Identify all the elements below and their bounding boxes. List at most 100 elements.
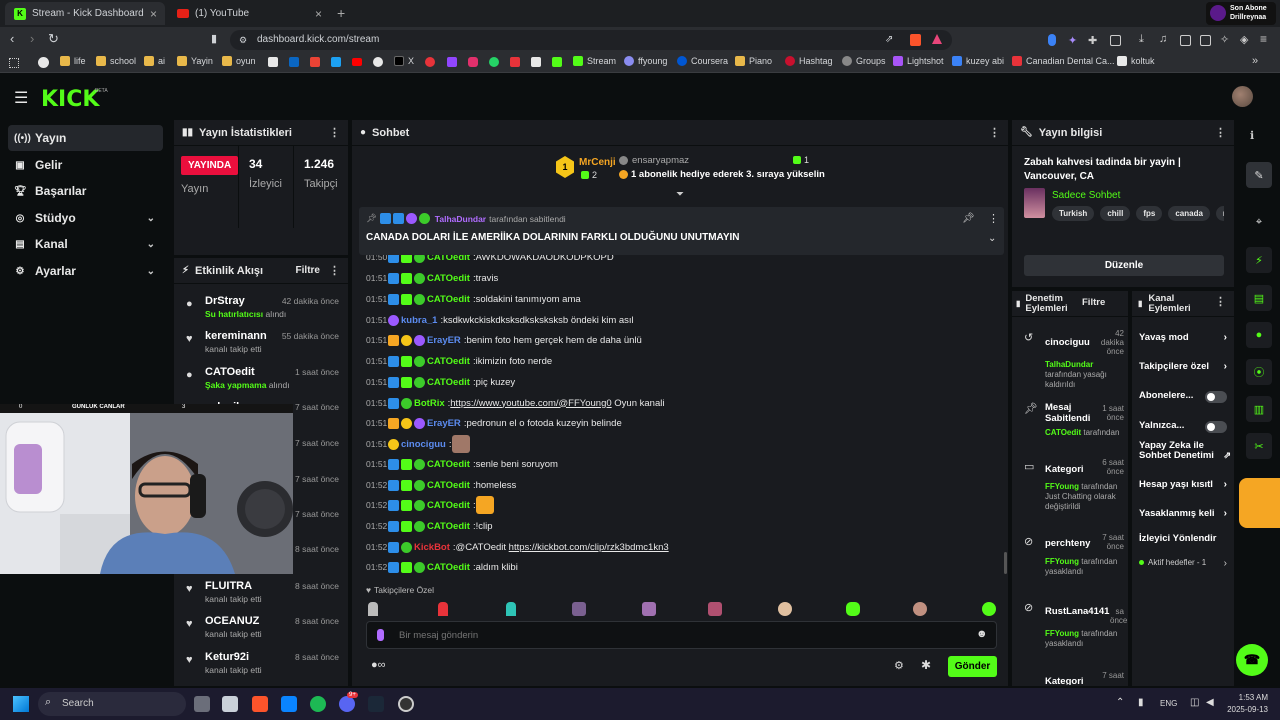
forward-icon[interactable]: ›	[30, 31, 34, 46]
sidebar-item-kanal[interactable]: ▤ Kanal ⌄	[8, 231, 163, 257]
brave-shield-icon[interactable]	[910, 34, 921, 46]
volume-icon[interactable]: ◀	[1206, 697, 1214, 708]
kebab-menu-icon[interactable]: ⋮	[1215, 297, 1226, 308]
screenshot-icon[interactable]	[1200, 35, 1211, 46]
menu-icon[interactable]: ≡	[1260, 32, 1267, 46]
mod-filter-button[interactable]: Filtre	[1082, 298, 1105, 308]
tag[interactable]: maka	[1215, 206, 1224, 221]
reload-icon[interactable]: ↻	[48, 31, 59, 47]
bookmark-koltuk[interactable]: koltuk	[1117, 56, 1155, 66]
microphone-icon[interactable]: ▮	[1138, 697, 1144, 708]
chat-scrollbar[interactable]	[1004, 552, 1007, 574]
url-field[interactable]: ⚙ dashboard.kick.com/stream ⇗	[230, 30, 952, 50]
emote-icon[interactable]	[368, 602, 378, 616]
hamburger-menu-icon[interactable]: ☰	[14, 88, 28, 108]
tag[interactable]: fps	[1136, 206, 1163, 221]
subscribers-only-toggle[interactable]	[1205, 391, 1227, 403]
more-bookmarks-icon[interactable]: »	[1252, 55, 1258, 67]
explorer-icon[interactable]	[281, 696, 297, 712]
sidebar-item-studyo[interactable]: ◎ Stüdyo ⌄	[8, 205, 163, 231]
bookmark-favicon-icon[interactable]	[510, 57, 520, 67]
close-tab-icon[interactable]: ×	[150, 7, 157, 21]
steam-icon[interactable]	[368, 696, 384, 712]
send-button[interactable]: Gönder	[948, 656, 997, 677]
message-username[interactable]: CATOedit	[427, 377, 470, 388]
bookmark-ai[interactable]: ai	[144, 56, 165, 66]
music-icon[interactable]: ♫	[1159, 33, 1167, 45]
message-username[interactable]: CATOedit	[427, 294, 470, 305]
bookmark-favicon-icon[interactable]	[331, 57, 341, 67]
sidebar-item-ayarlar[interactable]: ⚙ Ayarlar ⌄	[8, 258, 163, 284]
extension-icon[interactable]	[1110, 35, 1121, 46]
bookmark-piano[interactable]: Piano	[735, 56, 772, 66]
wrench-icon[interactable]: ✂	[1246, 433, 1272, 459]
clock-time[interactable]: 1:53 AM	[1224, 693, 1268, 702]
emote-icon[interactable]	[572, 602, 586, 616]
tray-expand-icon[interactable]: ⌃	[1116, 697, 1124, 708]
sidebar-item-gelir[interactable]: ▣ Gelir	[8, 152, 163, 178]
message-link[interactable]: https://kickbot.com/clip/rzk3bdmc1kn3	[509, 542, 669, 553]
expand-icon[interactable]: ⌖	[1246, 209, 1272, 235]
site-settings-icon[interactable]: ⚙	[239, 30, 247, 50]
category-link[interactable]: Sadece Sohbet	[1052, 190, 1120, 201]
bookmark-school[interactable]: school	[96, 56, 136, 66]
bookmark-hashtag[interactable]: Hashtag	[785, 56, 833, 66]
tag[interactable]: Turkish	[1052, 206, 1095, 221]
viewer-redirect-item[interactable]: İzleyici Yönlendir	[1139, 533, 1231, 544]
message-username[interactable]: ErayER	[427, 418, 461, 429]
message-username[interactable]: CATOedit	[427, 356, 470, 367]
kebab-menu-icon[interactable]: ⋮	[329, 264, 340, 277]
chat-users-icon[interactable]: ●∞	[371, 659, 386, 671]
info-icon[interactable]: ℹ	[1250, 129, 1254, 142]
chat-bubble-icon[interactable]: ●	[1246, 322, 1272, 348]
message-username[interactable]: CATOedit	[427, 521, 470, 532]
emote-icon[interactable]	[438, 602, 448, 616]
emote-icon[interactable]	[475, 496, 494, 514]
emote-icon[interactable]	[506, 602, 516, 616]
bookmark-oyun[interactable]: oyun	[222, 56, 256, 66]
tag[interactable]: canada	[1168, 206, 1210, 221]
youtube-icon[interactable]	[352, 58, 362, 66]
top-gifter-name[interactable]: MrCenji	[579, 157, 616, 168]
bookmark-kuzey-abi[interactable]: kuzey abi	[952, 56, 1004, 66]
sidebar-item-yayin[interactable]: ((•)) Yayın	[8, 125, 163, 151]
edit-layout-icon[interactable]: ✎	[1246, 162, 1272, 188]
ai-moderation-item[interactable]: Yapay Zeka ile Sohbet Denetimi ⇗	[1139, 441, 1231, 460]
message-username[interactable]: CATOedit	[427, 459, 470, 470]
chevron-down-icon[interactable]: ⌄	[988, 233, 996, 244]
linkedin-icon[interactable]	[289, 57, 299, 67]
kebab-menu-icon[interactable]: ⋮	[329, 126, 340, 139]
kick-logo[interactable]: KICK	[41, 87, 99, 112]
avatar[interactable]	[1232, 86, 1253, 107]
gmail-icon[interactable]	[310, 57, 320, 67]
bookmark-life[interactable]: life	[60, 56, 86, 66]
active-goals-item[interactable]: Aktif hedefler - 1 ›	[1139, 558, 1231, 569]
brave-rewards-icon[interactable]	[932, 34, 942, 44]
obs-icon[interactable]	[398, 696, 414, 712]
kick-icon[interactable]	[552, 57, 562, 67]
message-link[interactable]: https://www.youtube.com/@FFYoung0	[450, 398, 611, 409]
message-username[interactable]: CATOedit	[427, 273, 470, 284]
account-age-item[interactable]: Hesap yaşı kısıtl ›	[1139, 479, 1231, 490]
bookmark-ffyoung[interactable]: ffyoung	[624, 56, 667, 66]
extensions-puzzle-icon[interactable]: ✚	[1088, 34, 1097, 47]
kebab-menu-icon[interactable]: ⋮	[989, 126, 1000, 139]
gear-icon[interactable]: ⚙	[894, 659, 904, 672]
bookmark-yayin[interactable]: Yayin	[177, 56, 213, 66]
bookmark-stream[interactable]: Stream	[573, 56, 616, 66]
tag[interactable]: chill	[1100, 206, 1131, 221]
chrome-icon[interactable]	[373, 57, 383, 67]
support-chat-button[interactable]: ☎	[1236, 644, 1268, 676]
chat-input-box[interactable]: ☻	[366, 621, 997, 649]
followers-only-item[interactable]: Takipçilere özel ›	[1139, 361, 1231, 372]
emote-icon[interactable]	[451, 435, 470, 453]
chat-emotes-icon[interactable]: ✱	[921, 658, 931, 672]
emoji-icon[interactable]: ☻	[976, 628, 988, 640]
google-icon[interactable]	[38, 57, 49, 68]
share-icon[interactable]: ⇗	[885, 30, 893, 50]
spotify-icon[interactable]	[310, 696, 326, 712]
message-username[interactable]: ErayER	[427, 335, 461, 346]
instagram-icon[interactable]	[468, 57, 478, 67]
message-username[interactable]: cinociguu	[401, 439, 446, 450]
wallet-icon[interactable]: ✧	[1220, 33, 1229, 46]
